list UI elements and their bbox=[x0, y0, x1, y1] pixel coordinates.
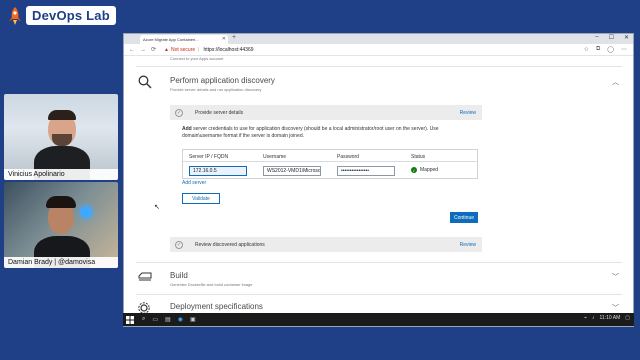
build-subtitle: Generate Dockerfile and build container … bbox=[170, 282, 253, 287]
webcam-host: Vinicius Apolinario bbox=[4, 94, 118, 180]
column-header: Password bbox=[337, 154, 359, 160]
forward-icon[interactable]: → bbox=[140, 47, 146, 53]
step-review-discovered[interactable]: ✓ Review discovered applications Review bbox=[170, 237, 482, 252]
address-bar: ← → ⟳ ▲ Not secure | https://localhost:4… bbox=[124, 44, 633, 56]
column-header: Status bbox=[411, 154, 426, 160]
maximize-icon[interactable]: ☐ bbox=[609, 34, 614, 41]
search-icon bbox=[138, 75, 152, 89]
more-icon[interactable]: ⋯ bbox=[621, 46, 627, 53]
mouse-cursor-icon: ↖ bbox=[154, 204, 160, 211]
search-icon[interactable]: ⌕ bbox=[142, 316, 145, 323]
status-badge: ✓ Mapped bbox=[411, 167, 438, 173]
webcam-name-label: Vinicius Apolinario bbox=[4, 169, 118, 180]
discovery-title: Perform application discovery bbox=[170, 76, 275, 85]
warning-icon[interactable]: ▲ bbox=[164, 47, 169, 53]
tab-title: Azure Migrate App Containeri... bbox=[143, 37, 199, 42]
taskbar: ⌕ ▭ ▤ ◉ ▣ ⌁ ♪ 11:10 AM ▢ bbox=[123, 313, 634, 326]
review-link[interactable]: Review bbox=[460, 242, 476, 248]
windows-start-icon[interactable] bbox=[126, 315, 134, 324]
terminal-icon[interactable]: ▣ bbox=[190, 316, 196, 323]
server-table: Server IP / FQDN Username Password Statu… bbox=[182, 149, 478, 179]
favorites-icon[interactable]: ☆ bbox=[584, 46, 589, 53]
new-tab-icon[interactable]: + bbox=[232, 34, 236, 41]
back-icon[interactable]: ← bbox=[129, 47, 135, 53]
notifications-icon[interactable]: ▢ bbox=[625, 315, 630, 321]
divider bbox=[136, 66, 622, 67]
brand-name: DevOps Lab bbox=[26, 6, 116, 25]
add-server-link[interactable]: Add server bbox=[182, 180, 206, 186]
system-tray: ⌁ ♪ 11:10 AM ▢ bbox=[584, 315, 630, 321]
status-text: Mapped bbox=[420, 167, 439, 173]
review-link[interactable]: Review bbox=[460, 110, 476, 116]
tab-bar: Azure Migrate App Containeri... ✕ + – ☐ … bbox=[124, 34, 633, 44]
brand-logo: DevOps Lab bbox=[8, 6, 116, 25]
page-content: Connect to your Apps account Perform app… bbox=[124, 56, 633, 326]
chevron-down-icon[interactable]: ﹀ bbox=[612, 272, 619, 282]
collections-icon[interactable]: ⧉ bbox=[596, 46, 600, 53]
check-icon: ✓ bbox=[411, 167, 417, 173]
server-ip-input[interactable]: 172.16.0.5 bbox=[189, 166, 247, 176]
webcam-name-label: Damian Brady | @damovisa bbox=[4, 257, 118, 268]
task-view-icon[interactable]: ▭ bbox=[152, 316, 158, 323]
volume-icon[interactable]: ♪ bbox=[592, 315, 595, 321]
column-header: Username bbox=[263, 154, 287, 160]
close-icon[interactable]: ✕ bbox=[222, 36, 226, 42]
discovery-subtitle: Provide server details and run applicati… bbox=[170, 87, 262, 92]
edge-icon[interactable]: ◉ bbox=[178, 316, 183, 323]
validate-button[interactable]: Validate bbox=[182, 193, 220, 204]
url-input[interactable]: https://localhost:44369 bbox=[203, 47, 253, 53]
chevron-down-icon[interactable]: ﹀ bbox=[612, 303, 619, 313]
close-window-icon[interactable]: ✕ bbox=[624, 34, 629, 41]
clock[interactable]: 11:10 AM bbox=[600, 315, 621, 321]
credentials-description: Add server credentials to use for applic… bbox=[182, 126, 439, 139]
step-label: Provide server details bbox=[195, 109, 244, 116]
column-header: Server IP / FQDN bbox=[189, 154, 229, 160]
build-icon bbox=[138, 272, 152, 281]
deployment-title: Deployment specifications bbox=[170, 302, 263, 311]
browser-tab[interactable]: Azure Migrate App Containeri... ✕ bbox=[140, 35, 228, 44]
continue-button[interactable]: Continue bbox=[450, 212, 478, 223]
minimize-icon[interactable]: – bbox=[595, 34, 598, 41]
username-input[interactable]: WS2012-VMD1\Microsof bbox=[263, 166, 321, 176]
check-circle-icon: ✓ bbox=[175, 108, 183, 117]
divider bbox=[136, 262, 622, 263]
window-controls: – ☐ ✕ bbox=[595, 34, 629, 41]
step-label: Review discovered applications bbox=[195, 241, 265, 248]
profile-icon[interactable]: ◯ bbox=[607, 46, 614, 53]
network-icon[interactable]: ⌁ bbox=[584, 315, 587, 321]
divider bbox=[136, 294, 622, 295]
refresh-icon[interactable]: ⟳ bbox=[151, 46, 156, 53]
divider bbox=[183, 161, 477, 162]
rocket-icon bbox=[9, 6, 21, 25]
connect-subtitle: Connect to your Apps account bbox=[170, 56, 224, 61]
browser-window: Azure Migrate App Containeri... ✕ + – ☐ … bbox=[123, 33, 634, 327]
webcam-guest: Damian Brady | @damovisa bbox=[4, 182, 118, 268]
chevron-up-icon[interactable]: ︿ bbox=[612, 77, 619, 87]
file-explorer-icon[interactable]: ▤ bbox=[165, 316, 171, 323]
browser-toolbar: ☆ ⧉ ◯ ⋯ bbox=[584, 46, 627, 53]
not-secure-label[interactable]: Not secure bbox=[171, 47, 195, 53]
check-circle-icon: ✓ bbox=[175, 240, 183, 249]
step-provide-server[interactable]: ✓ Provide server details Review bbox=[170, 105, 482, 120]
build-title: Build bbox=[170, 271, 188, 280]
password-input[interactable]: •••••••••••••••• bbox=[337, 166, 395, 176]
